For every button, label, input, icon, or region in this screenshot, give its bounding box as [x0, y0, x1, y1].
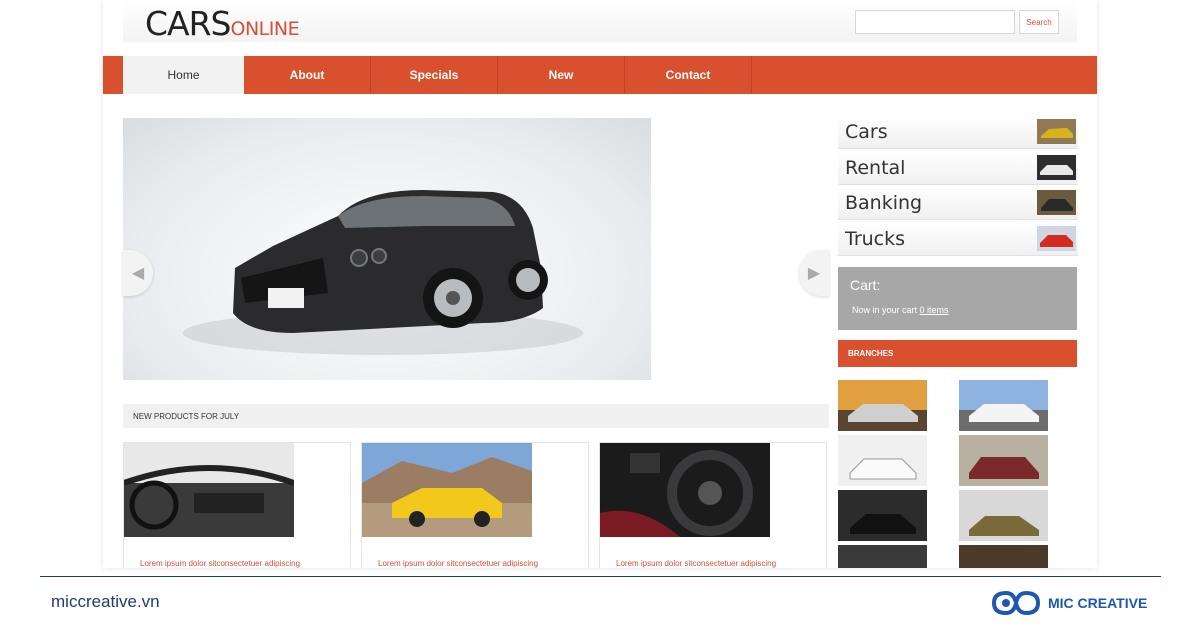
- search-input[interactable]: [855, 10, 1015, 34]
- sidebar-thumb-image: [1037, 225, 1076, 251]
- slider-next-button[interactable]: ▶: [799, 250, 829, 296]
- branch-image[interactable]: [959, 435, 1048, 486]
- sidebar-thumb-image: [1037, 119, 1076, 144]
- branch-image[interactable]: [838, 490, 927, 541]
- branches-header: BRANCHES: [838, 340, 1077, 367]
- sidebar-item-label: Rental: [845, 156, 906, 179]
- nav-item-specials[interactable]: Specials: [371, 56, 498, 94]
- slide-image-black-car: [123, 118, 651, 380]
- footer-brand: MIC CREATIVE: [992, 588, 1147, 618]
- branch-image[interactable]: [959, 545, 1048, 568]
- product-card[interactable]: Lorem ipsum dolor sitconsectetuer adipis…: [361, 442, 589, 568]
- website-screenshot: CARSONLINE Search Home About Specials Ne…: [103, 0, 1097, 568]
- sidebar-item-label: Trucks: [845, 227, 906, 250]
- product-caption[interactable]: Lorem ipsum dolor sitconsectetuer adipis…: [140, 559, 300, 568]
- header-bar: CARSONLINE Search: [123, 0, 1077, 43]
- branch-image[interactable]: [838, 545, 927, 568]
- footer-site-url[interactable]: miccreative.vn: [51, 592, 160, 612]
- sidebar-thumb-image: [1037, 154, 1076, 180]
- sidebar-thumb-image: [1037, 190, 1076, 215]
- product-caption[interactable]: Lorem ipsum dolor sitconsectetuer adipis…: [378, 559, 538, 568]
- chevron-right-icon: ▶: [807, 265, 821, 282]
- branch-image[interactable]: [838, 435, 927, 486]
- logo-sub: ONLINE: [230, 18, 300, 40]
- branches-gallery: [838, 380, 1077, 568]
- product-caption[interactable]: Lorem ipsum dolor sitconsectetuer adipis…: [616, 559, 776, 568]
- cart-panel: Cart: Now in your cart 0 items: [838, 267, 1077, 330]
- branch-image[interactable]: [959, 490, 1048, 541]
- nav-item-about[interactable]: About: [244, 56, 371, 94]
- sidebar-item-label: Cars: [845, 121, 888, 143]
- cart-status: Now in your cart 0 items: [852, 305, 949, 315]
- logo-main: CARS: [145, 4, 231, 43]
- footer-divider: [40, 576, 1161, 577]
- footer-brand-name: MIC CREATIVE: [1048, 595, 1148, 611]
- mic-creative-logo-icon: [992, 590, 1040, 616]
- sidebar-item-rental[interactable]: Rental: [838, 151, 1078, 185]
- cart-text: Now in your cart: [852, 305, 918, 315]
- branch-image[interactable]: [959, 380, 1048, 431]
- sidebar-item-trucks[interactable]: Trucks: [838, 222, 1078, 256]
- nav-item-contact[interactable]: Contact: [625, 56, 752, 94]
- sidebar-item-cars[interactable]: Cars: [838, 116, 1078, 149]
- cart-title: Cart:: [850, 277, 881, 293]
- product-image-yellow-car: [362, 443, 532, 537]
- chevron-left-icon: ◀: [131, 265, 145, 282]
- product-image-steering-wheel: [600, 443, 770, 537]
- cart-items-link[interactable]: 0 items: [920, 305, 949, 315]
- nav-item-home[interactable]: Home: [123, 56, 244, 94]
- category-sidebar: Cars Rental Banking Trucks: [838, 116, 1078, 258]
- search-button[interactable]: Search: [1019, 10, 1059, 34]
- sidebar-item-label: Banking: [845, 192, 923, 214]
- product-image-interior: [124, 443, 294, 537]
- image-slider: ◀ ▶: [123, 118, 829, 380]
- sidebar-item-banking[interactable]: Banking: [838, 187, 1078, 220]
- products-section-header: NEW PRODUCTS FOR JULY: [123, 404, 829, 428]
- branch-image[interactable]: [838, 380, 927, 431]
- product-card[interactable]: Lorem ipsum dolor sitconsectetuer adipis…: [123, 442, 351, 568]
- nav-item-new[interactable]: New: [498, 56, 625, 94]
- main-nav: Home About Specials New Contact: [103, 56, 1097, 94]
- product-card[interactable]: Lorem ipsum dolor sitconsectetuer adipis…: [599, 442, 827, 568]
- site-logo[interactable]: CARSONLINE: [145, 4, 300, 43]
